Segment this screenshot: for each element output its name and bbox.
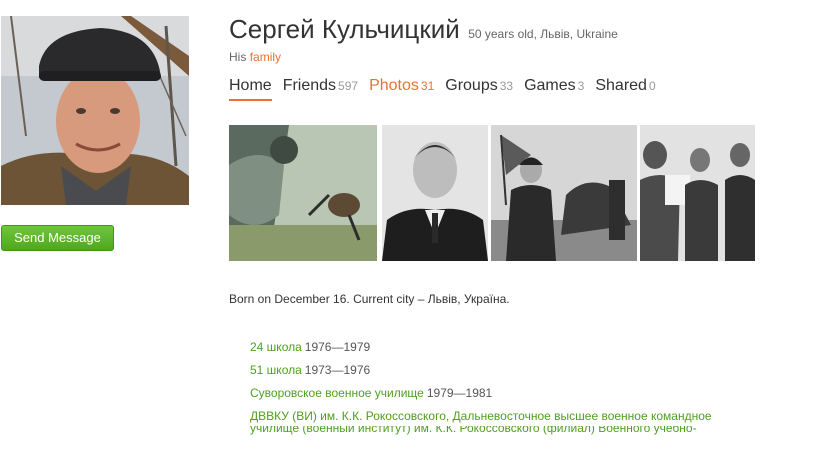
profile-name: Сергей Кульчицкий [229, 14, 460, 44]
photo-thumbnail-3[interactable] [491, 125, 637, 261]
tab-home-label: Home [229, 77, 272, 94]
education-item: ДВВКУ (ВИ) им. К.К. Рокоссовского, Дальн… [250, 409, 712, 423]
school-years: 1976—1979 [304, 340, 371, 354]
tab-shared-count: 0 [648, 79, 656, 93]
education-item-clipped: училище (военный институт) им. К.К. Роко… [250, 426, 720, 438]
education-item: 24 школа 1976—1979 [250, 340, 370, 354]
tab-games-count: 3 [577, 79, 585, 93]
school-link[interactable]: училище (военный институт) им. К.К. Роко… [250, 426, 720, 435]
education-item: 51 школа 1973—1976 [250, 363, 370, 377]
born-info: Born on December 16. Current city – Льві… [229, 292, 510, 306]
send-message-button[interactable]: Send Message [1, 225, 114, 251]
tab-shared[interactable]: Shared 0 [595, 77, 655, 99]
school-link[interactable]: 24 школа [250, 340, 302, 354]
tab-friends-label: Friends [282, 77, 337, 94]
profile-avatar[interactable] [1, 16, 189, 205]
tab-photos-label: Photos [369, 77, 419, 94]
school-years: 1973—1976 [304, 363, 371, 377]
tab-home[interactable]: Home [229, 77, 272, 101]
profile-header: Сергей Кульчицкий 50 years old, Львів, U… [229, 14, 618, 45]
school-link[interactable]: 51 школа [250, 363, 302, 377]
profile-tabs: Home Friends 597 Photos 31 Groups 33 Games 3… [229, 77, 656, 101]
tab-shared-label: Shared [595, 77, 647, 94]
tab-games-label: Games [524, 77, 576, 94]
tab-friends-count: 597 [338, 79, 359, 93]
tab-photos[interactable]: Photos 31 [369, 77, 434, 99]
tab-friends[interactable]: Friends 597 [283, 77, 358, 99]
school-link[interactable]: Суворовское военное училище [250, 386, 424, 400]
family-link[interactable]: family [250, 50, 281, 64]
tab-groups[interactable]: Groups 33 [445, 77, 513, 99]
education-item: Суворовское военное училище 1979—1981 [250, 386, 492, 400]
relation-line: His family [229, 50, 281, 64]
tab-groups-count: 33 [499, 79, 514, 93]
photo-thumbnail-2[interactable] [382, 125, 488, 261]
school-link[interactable]: ДВВКУ (ВИ) им. К.К. Рокоссовского, Дальн… [250, 409, 712, 423]
tab-photos-count: 31 [420, 79, 435, 93]
school-years: 1979—1981 [426, 386, 493, 400]
photo-thumbnail-1[interactable] [229, 125, 377, 261]
tab-groups-label: Groups [445, 77, 498, 94]
tab-games[interactable]: Games 3 [524, 77, 584, 99]
relation-prefix: His [229, 50, 247, 64]
photo-thumbnail-4[interactable] [640, 125, 755, 261]
profile-meta: 50 years old, Львів, Ukraine [468, 27, 618, 41]
